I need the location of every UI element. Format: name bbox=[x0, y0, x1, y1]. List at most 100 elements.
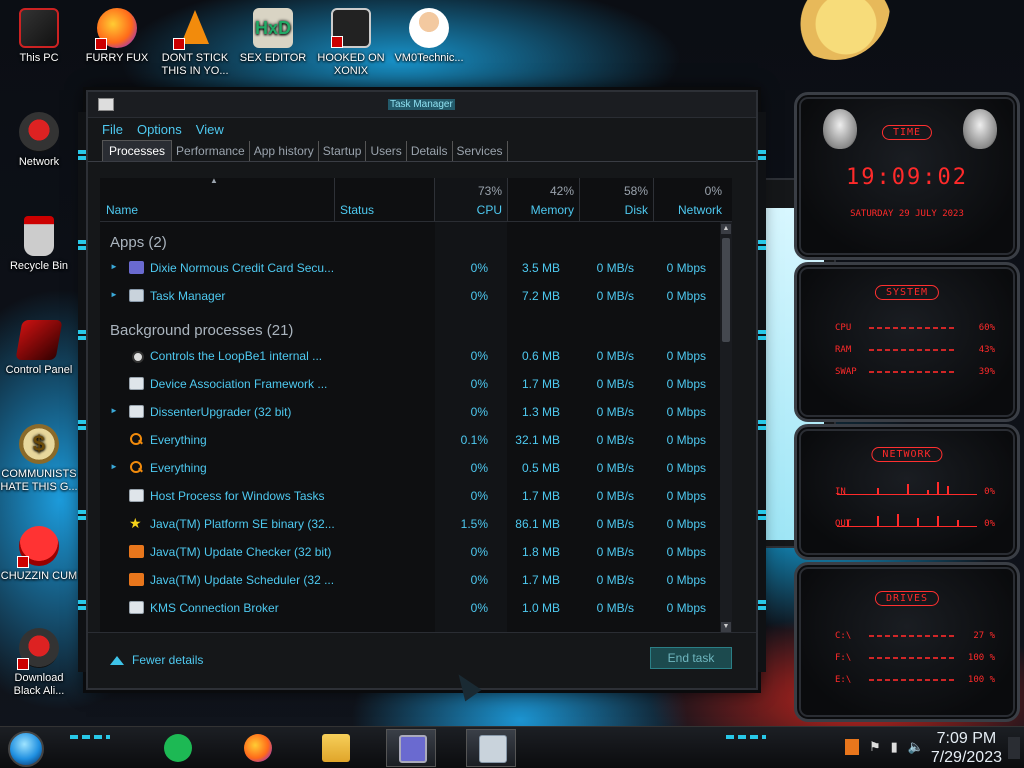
taskbar-app-notes[interactable] bbox=[152, 729, 202, 767]
column-divider[interactable] bbox=[653, 178, 654, 221]
desktop-icon-download-black-ali[interactable]: Download Black Ali... bbox=[0, 628, 78, 698]
tab-processes[interactable]: Processes bbox=[102, 140, 173, 161]
tab-startup[interactable]: Startup bbox=[319, 141, 367, 161]
process-row[interactable]: KMS Connection Broker 0% 1.0 MB 0 MB/s 0 Mbp… bbox=[100, 594, 720, 622]
show-desktop-button[interactable] bbox=[1008, 737, 1020, 759]
drives-gadget[interactable]: DRIVES C:\ 27 % F:\ 100 % E:\ 100 % bbox=[794, 562, 1020, 722]
process-memory: 1.7 MB bbox=[521, 573, 560, 587]
task-manager-footer: Fewer details End task bbox=[88, 632, 756, 688]
process-cpu: 0% bbox=[470, 489, 488, 503]
menu-options[interactable]: Options bbox=[137, 122, 182, 137]
drives-gadget-title: DRIVES bbox=[874, 591, 940, 606]
column-name[interactable]: Name bbox=[106, 203, 138, 217]
process-disk: 0 MB/s bbox=[596, 377, 634, 391]
search-icon bbox=[129, 433, 144, 446]
column-cpu[interactable]: CPU bbox=[477, 203, 502, 217]
group-header-background[interactable]: Background processes (21) bbox=[100, 310, 720, 342]
process-row[interactable]: Java(TM) Update Checker (32 bit) 0% 1.8 MB… bbox=[100, 538, 720, 566]
firefox-icon bbox=[244, 734, 272, 762]
column-network[interactable]: Network bbox=[678, 203, 722, 217]
column-status[interactable]: Status bbox=[340, 203, 374, 217]
process-cpu: 0% bbox=[470, 289, 488, 303]
process-row[interactable]: Host Process for Windows Tasks 0% 1.7 MB 0 … bbox=[100, 482, 720, 510]
desktop-icon-label: Control Panel bbox=[5, 364, 73, 376]
process-network: 0 Mbps bbox=[666, 405, 706, 419]
scroll-up-arrow-icon[interactable]: ▲ bbox=[721, 224, 731, 234]
network-tray-icon[interactable]: ▮ bbox=[891, 739, 898, 755]
process-row[interactable]: Everything 0.1% 32.1 MB 0 MB/s 0 Mbps bbox=[100, 426, 720, 454]
java-tray-icon[interactable] bbox=[845, 739, 859, 755]
scroll-down-arrow-icon[interactable]: ▼ bbox=[721, 622, 731, 632]
time-gadget[interactable]: TIME 19:09:02 SATURDAY 29 JULY 2023 bbox=[794, 92, 1020, 260]
column-memory[interactable]: Memory bbox=[531, 203, 574, 217]
desktop-icon-sex-editor[interactable]: HxD SEX EDITOR bbox=[234, 8, 312, 65]
loopbe-icon bbox=[129, 349, 144, 363]
network-in-graph bbox=[837, 481, 977, 495]
taskbar-app-task-manager[interactable] bbox=[466, 729, 516, 767]
process-name: Device Association Framework ... bbox=[150, 377, 328, 391]
start-button[interactable] bbox=[8, 731, 44, 767]
process-cpu: 1.5% bbox=[460, 517, 488, 531]
desktop-icon-network[interactable]: Network bbox=[0, 112, 78, 169]
system-tray: ⚑ ▮ 🔈 bbox=[845, 739, 924, 755]
desktop-icon-furry-fux[interactable]: FURRY FUX bbox=[78, 8, 156, 65]
process-row[interactable]: ► Everything 0% 0.5 MB 0 MB/s 0 Mbps bbox=[100, 454, 720, 482]
end-task-button[interactable]: End task bbox=[650, 647, 732, 669]
desktop-icon-hooked-on-xonix[interactable]: HOOKED ON XONIX bbox=[312, 8, 390, 78]
taskbar-app-credit-card[interactable] bbox=[386, 729, 436, 767]
process-row[interactable]: Device Association Framework ... 0% 1.7 MB… bbox=[100, 370, 720, 398]
expand-chevron-icon[interactable]: ► bbox=[110, 262, 118, 271]
expand-chevron-icon[interactable]: ► bbox=[110, 406, 118, 415]
tab-users[interactable]: Users bbox=[366, 141, 407, 161]
taskbar-decoration bbox=[70, 735, 110, 739]
desktop-icon-this-pc[interactable]: This PC bbox=[0, 8, 78, 65]
process-disk: 0 MB/s bbox=[596, 405, 634, 419]
group-header-apps[interactable]: Apps (2) bbox=[100, 222, 720, 254]
desktop-icon-chuzzin[interactable]: CHUZZIN CUM bbox=[0, 526, 78, 583]
search-icon bbox=[129, 461, 144, 474]
desktop-icon-recycle-bin[interactable]: Recycle Bin bbox=[0, 216, 78, 273]
process-row[interactable]: ★ Java(TM) Platform SE binary (32... 1.5% 8… bbox=[100, 510, 720, 538]
desktop-icon-communists[interactable]: $ COMMUNISTS HATE THIS G... bbox=[0, 424, 78, 494]
expand-chevron-icon[interactable]: ► bbox=[110, 290, 118, 299]
column-divider[interactable] bbox=[579, 178, 580, 221]
desktop-icon-label: Recycle Bin bbox=[9, 260, 69, 272]
fewer-details-label: Fewer details bbox=[132, 653, 204, 667]
process-row[interactable]: ► DissenterUpgrader (32 bit) 0% 1.3 MB 0 MB/… bbox=[100, 398, 720, 426]
column-divider[interactable] bbox=[507, 178, 508, 221]
process-row[interactable]: ► Dixie Normous Credit Card Secu... 0% 3.5 … bbox=[100, 254, 720, 282]
taskbar-app-firefox[interactable] bbox=[232, 729, 282, 767]
process-row[interactable]: ► Task Manager 0% 7.2 MB 0 MB/s 0 Mbps bbox=[100, 282, 720, 310]
expand-chevron-icon[interactable]: ► bbox=[110, 462, 118, 471]
process-disk: 0 MB/s bbox=[596, 517, 634, 531]
column-divider[interactable] bbox=[434, 178, 435, 221]
process-cpu: 0% bbox=[470, 461, 488, 475]
column-disk[interactable]: Disk bbox=[625, 203, 648, 217]
process-row[interactable]: Java(TM) Update Scheduler (32 ... 0% 1.7 M… bbox=[100, 566, 720, 594]
scrollbar-thumb[interactable] bbox=[722, 238, 730, 342]
system-gadget[interactable]: SYSTEM CPU 60% RAM 43% SWAP 39% bbox=[794, 262, 1020, 422]
vertical-scrollbar[interactable]: ▲ ▼ bbox=[720, 222, 732, 634]
tab-performance[interactable]: Performance bbox=[172, 141, 250, 161]
tab-app-history[interactable]: App history bbox=[250, 141, 319, 161]
task-manager-window[interactable]: Task Manager File Options View Processes… bbox=[78, 90, 766, 690]
tab-details[interactable]: Details bbox=[407, 141, 453, 161]
desktop-icon-vm0technic[interactable]: VM0Technic... bbox=[390, 8, 468, 65]
taskbar: ⚑ ▮ 🔈 7:09 PM 7/29/2023 bbox=[0, 726, 1024, 768]
desktop-icon-dont-stick[interactable]: DONT STICK THIS IN YO... bbox=[156, 8, 234, 78]
taskbar-app-file-explorer[interactable] bbox=[310, 729, 360, 767]
title-bar[interactable]: Task Manager bbox=[88, 92, 756, 118]
taskbar-clock[interactable]: 7:09 PM 7/29/2023 bbox=[931, 729, 1002, 767]
process-name: Controls the LoopBe1 internal ... bbox=[150, 349, 323, 363]
tab-services[interactable]: Services bbox=[453, 141, 508, 161]
desktop-icon-control-panel[interactable]: Control Panel bbox=[0, 320, 78, 377]
menu-view[interactable]: View bbox=[196, 122, 224, 137]
network-gadget[interactable]: NETWORK IN 0% OUT 0% bbox=[794, 424, 1020, 560]
column-divider[interactable] bbox=[334, 178, 335, 221]
action-center-flag-icon[interactable]: ⚑ bbox=[869, 739, 881, 755]
fewer-details-button[interactable]: Fewer details bbox=[110, 653, 203, 667]
process-disk: 0 MB/s bbox=[596, 433, 634, 447]
process-row[interactable]: Controls the LoopBe1 internal ... 0% 0.6 M… bbox=[100, 342, 720, 370]
volume-icon[interactable]: 🔈 bbox=[908, 739, 924, 755]
menu-file[interactable]: File bbox=[102, 122, 123, 137]
